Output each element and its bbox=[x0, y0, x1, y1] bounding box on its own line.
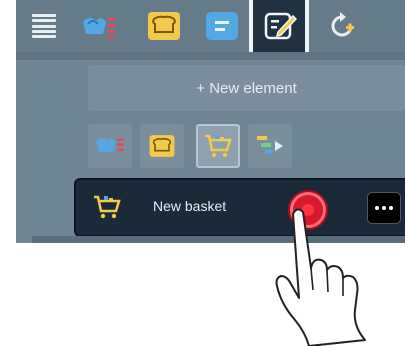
new-element-label: + New element bbox=[196, 79, 297, 97]
bread-tab-icon[interactable] bbox=[144, 8, 184, 44]
bread-chip-icon bbox=[149, 135, 175, 157]
edit-tab-icon bbox=[263, 10, 297, 42]
filter-chip-sequence[interactable] bbox=[248, 124, 292, 168]
filter-chip-basket[interactable] bbox=[196, 124, 240, 168]
list-tab-icon[interactable] bbox=[202, 8, 242, 44]
basket-chip-icon bbox=[205, 134, 232, 158]
pointing-hand-icon bbox=[275, 208, 366, 346]
add-refresh-icon[interactable] bbox=[324, 8, 360, 44]
new-element-button[interactable]: + New element bbox=[88, 65, 405, 111]
menu-icon[interactable] bbox=[30, 12, 58, 40]
top-toolbar bbox=[16, 0, 405, 58]
toolbar-divider bbox=[16, 52, 405, 60]
cooking-chip-icon bbox=[96, 138, 124, 152]
filter-chip-cooking[interactable] bbox=[88, 124, 132, 168]
list-row-label: New basket bbox=[153, 198, 227, 214]
sequence-chip-icon bbox=[257, 136, 283, 154]
cooking-tab-icon[interactable] bbox=[78, 10, 120, 44]
edit-tab-active[interactable] bbox=[249, 0, 309, 58]
basket-icon bbox=[94, 195, 121, 219]
filter-chip-bread[interactable] bbox=[140, 124, 184, 168]
